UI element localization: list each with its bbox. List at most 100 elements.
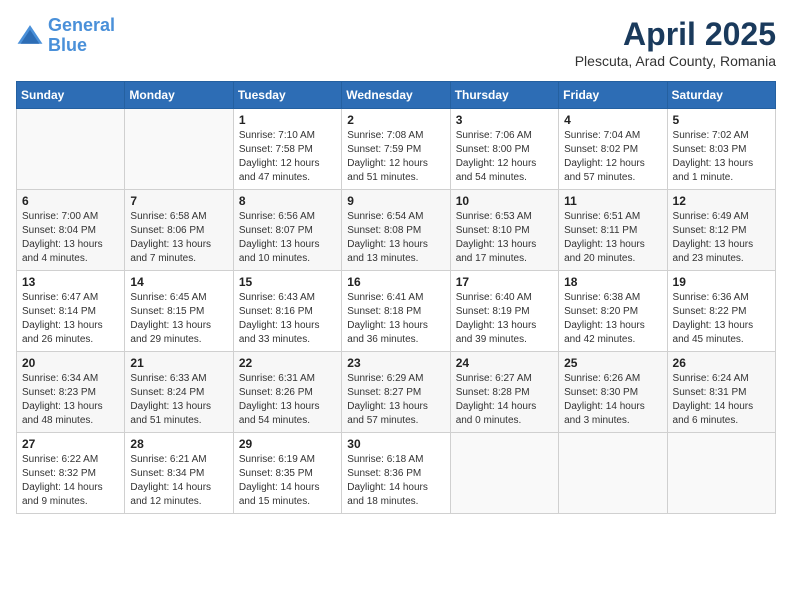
logo: General Blue [16, 16, 115, 56]
weekday-row: SundayMondayTuesdayWednesdayThursdayFrid… [17, 82, 776, 109]
calendar-day-cell: 24Sunrise: 6:27 AM Sunset: 8:28 PM Dayli… [450, 352, 558, 433]
calendar-day-cell: 30Sunrise: 6:18 AM Sunset: 8:36 PM Dayli… [342, 433, 450, 514]
day-info: Sunrise: 6:26 AM Sunset: 8:30 PM Dayligh… [564, 372, 661, 428]
calendar-body: 1 Sunrise: 7:10 AM Sunset: 7:58 PM Daylig… [17, 109, 776, 514]
calendar-day-cell: 3 Sunrise: 7:06 AM Sunset: 8:00 PM Daylig… [450, 109, 558, 190]
day-number: 14 [130, 275, 227, 289]
calendar-day-cell: 13 Sunrise: 6:47 AM Sunset: 8:14 PM Dayli… [17, 271, 125, 352]
day-number: 18 [564, 275, 661, 289]
calendar-day-cell: 8Sunrise: 6:56 AM Sunset: 8:07 PM Daylig… [233, 190, 341, 271]
calendar-day-cell: 26 Sunrise: 6:24 AM Sunset: 8:31 PM Dayli… [667, 352, 775, 433]
day-number: 17 [456, 275, 553, 289]
calendar-day-cell [125, 109, 233, 190]
logo-text: General Blue [48, 16, 115, 56]
calendar-day-cell: 14 Sunrise: 6:45 AM Sunset: 8:15 PM Dayli… [125, 271, 233, 352]
calendar-day-cell: 20 Sunrise: 6:34 AM Sunset: 8:23 PM Dayli… [17, 352, 125, 433]
day-info: Sunrise: 7:02 AM Sunset: 8:03 PM Dayligh… [673, 129, 770, 185]
day-info: Sunrise: 6:27 AM Sunset: 8:28 PM Dayligh… [456, 372, 553, 428]
day-info: Sunrise: 6:33 AM Sunset: 8:24 PM Dayligh… [130, 372, 227, 428]
day-number: 12 [673, 194, 770, 208]
day-info: Sunrise: 6:29 AM Sunset: 8:27 PM Dayligh… [347, 372, 444, 428]
month-title: April 2025 [575, 16, 776, 53]
calendar-day-cell: 17 Sunrise: 6:40 AM Sunset: 8:19 PM Dayli… [450, 271, 558, 352]
day-number: 1 [239, 113, 336, 127]
calendar-week-row: 6 Sunrise: 7:00 AM Sunset: 8:04 PM Daylig… [17, 190, 776, 271]
day-number: 8 [239, 194, 336, 208]
day-number: 4 [564, 113, 661, 127]
weekday-header: Friday [559, 82, 667, 109]
day-number: 10 [456, 194, 553, 208]
day-number: 16 [347, 275, 444, 289]
title-block: April 2025 Plescuta, Arad County, Romani… [575, 16, 776, 69]
day-number: 23 [347, 356, 444, 370]
day-info: Sunrise: 7:06 AM Sunset: 8:00 PM Dayligh… [456, 129, 553, 185]
day-number: 13 [22, 275, 119, 289]
calendar-day-cell: 6 Sunrise: 7:00 AM Sunset: 8:04 PM Daylig… [17, 190, 125, 271]
calendar-header: SundayMondayTuesdayWednesdayThursdayFrid… [17, 82, 776, 109]
day-number: 7 [130, 194, 227, 208]
calendar-day-cell: 16 Sunrise: 6:41 AM Sunset: 8:18 PM Dayli… [342, 271, 450, 352]
day-number: 20 [22, 356, 119, 370]
calendar-day-cell: 5 Sunrise: 7:02 AM Sunset: 8:03 PM Daylig… [667, 109, 775, 190]
calendar-day-cell: 23 Sunrise: 6:29 AM Sunset: 8:27 PM Dayli… [342, 352, 450, 433]
location-subtitle: Plescuta, Arad County, Romania [575, 53, 776, 69]
weekday-header: Sunday [17, 82, 125, 109]
calendar-week-row: 27 Sunrise: 6:22 AM Sunset: 8:32 PM Dayli… [17, 433, 776, 514]
calendar-day-cell [667, 433, 775, 514]
calendar-day-cell: 4 Sunrise: 7:04 AM Sunset: 8:02 PM Daylig… [559, 109, 667, 190]
day-number: 3 [456, 113, 553, 127]
day-info: Sunrise: 7:04 AM Sunset: 8:02 PM Dayligh… [564, 129, 661, 185]
day-number: 6 [22, 194, 119, 208]
day-info: Sunrise: 6:34 AM Sunset: 8:23 PM Dayligh… [22, 372, 119, 428]
day-info: Sunrise: 6:49 AM Sunset: 8:12 PM Dayligh… [673, 210, 770, 266]
weekday-header: Wednesday [342, 82, 450, 109]
day-number: 2 [347, 113, 444, 127]
calendar-day-cell: 29 Sunrise: 6:19 AM Sunset: 8:35 PM Dayli… [233, 433, 341, 514]
day-info: Sunrise: 6:43 AM Sunset: 8:16 PM Dayligh… [239, 291, 336, 347]
calendar-day-cell: 7 Sunrise: 6:58 AM Sunset: 8:06 PM Daylig… [125, 190, 233, 271]
day-number: 26 [673, 356, 770, 370]
day-info: Sunrise: 6:31 AM Sunset: 8:26 PM Dayligh… [239, 372, 336, 428]
calendar-day-cell: 10 Sunrise: 6:53 AM Sunset: 8:10 PM Dayli… [450, 190, 558, 271]
day-info: Sunrise: 6:54 AM Sunset: 8:08 PM Dayligh… [347, 210, 444, 266]
day-number: 19 [673, 275, 770, 289]
calendar-day-cell: 25 Sunrise: 6:26 AM Sunset: 8:30 PM Dayli… [559, 352, 667, 433]
day-info: Sunrise: 6:53 AM Sunset: 8:10 PM Dayligh… [456, 210, 553, 266]
day-info: Sunrise: 6:22 AM Sunset: 8:32 PM Dayligh… [22, 453, 119, 509]
day-number: 22 [239, 356, 336, 370]
day-info: Sunrise: 6:21 AM Sunset: 8:34 PM Dayligh… [130, 453, 227, 509]
calendar-week-row: 20 Sunrise: 6:34 AM Sunset: 8:23 PM Dayli… [17, 352, 776, 433]
day-info: Sunrise: 6:58 AM Sunset: 8:06 PM Dayligh… [130, 210, 227, 266]
day-number: 9 [347, 194, 444, 208]
calendar-day-cell: 22 Sunrise: 6:31 AM Sunset: 8:26 PM Dayli… [233, 352, 341, 433]
day-info: Sunrise: 6:38 AM Sunset: 8:20 PM Dayligh… [564, 291, 661, 347]
day-info: Sunrise: 7:10 AM Sunset: 7:58 PM Dayligh… [239, 129, 336, 185]
calendar-day-cell: 9 Sunrise: 6:54 AM Sunset: 8:08 PM Daylig… [342, 190, 450, 271]
day-number: 29 [239, 437, 336, 451]
day-info: Sunrise: 6:40 AM Sunset: 8:19 PM Dayligh… [456, 291, 553, 347]
calendar-day-cell: 11Sunrise: 6:51 AM Sunset: 8:11 PM Dayli… [559, 190, 667, 271]
day-info: Sunrise: 6:19 AM Sunset: 8:35 PM Dayligh… [239, 453, 336, 509]
day-info: Sunrise: 6:45 AM Sunset: 8:15 PM Dayligh… [130, 291, 227, 347]
day-info: Sunrise: 7:08 AM Sunset: 7:59 PM Dayligh… [347, 129, 444, 185]
day-info: Sunrise: 6:18 AM Sunset: 8:36 PM Dayligh… [347, 453, 444, 509]
calendar-day-cell: 19 Sunrise: 6:36 AM Sunset: 8:22 PM Dayli… [667, 271, 775, 352]
calendar-day-cell: 12 Sunrise: 6:49 AM Sunset: 8:12 PM Dayli… [667, 190, 775, 271]
day-number: 15 [239, 275, 336, 289]
day-info: Sunrise: 6:41 AM Sunset: 8:18 PM Dayligh… [347, 291, 444, 347]
day-number: 25 [564, 356, 661, 370]
calendar-day-cell: 1 Sunrise: 7:10 AM Sunset: 7:58 PM Daylig… [233, 109, 341, 190]
calendar-day-cell: 27 Sunrise: 6:22 AM Sunset: 8:32 PM Dayli… [17, 433, 125, 514]
day-info: Sunrise: 6:47 AM Sunset: 8:14 PM Dayligh… [22, 291, 119, 347]
day-info: Sunrise: 6:36 AM Sunset: 8:22 PM Dayligh… [673, 291, 770, 347]
day-info: Sunrise: 6:24 AM Sunset: 8:31 PM Dayligh… [673, 372, 770, 428]
day-info: Sunrise: 6:51 AM Sunset: 8:11 PM Dayligh… [564, 210, 661, 266]
weekday-header: Monday [125, 82, 233, 109]
day-info: Sunrise: 7:00 AM Sunset: 8:04 PM Dayligh… [22, 210, 119, 266]
calendar-week-row: 13 Sunrise: 6:47 AM Sunset: 8:14 PM Dayli… [17, 271, 776, 352]
weekday-header: Saturday [667, 82, 775, 109]
day-number: 27 [22, 437, 119, 451]
weekday-header: Thursday [450, 82, 558, 109]
calendar-day-cell: 21Sunrise: 6:33 AM Sunset: 8:24 PM Dayli… [125, 352, 233, 433]
day-number: 5 [673, 113, 770, 127]
